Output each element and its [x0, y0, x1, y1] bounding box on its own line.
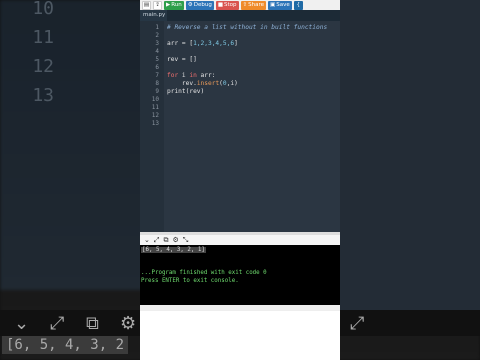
code-line: print(rev) — [167, 88, 204, 96]
braces-icon: { — [296, 2, 300, 8]
code-line: # Reverse a list without in built functi… — [167, 24, 327, 32]
save-label: Save — [276, 2, 290, 8]
code-text: rev. — [167, 80, 197, 87]
run-label: Run — [171, 2, 182, 8]
line-number: 1 — [155, 24, 159, 31]
share-icon: ⇧ — [242, 2, 248, 8]
bug-icon: ⚙ — [187, 2, 193, 8]
code-line: arr = [1,2,3,4,5,6] — [167, 40, 238, 48]
extra-button[interactable]: { — [293, 0, 303, 10]
code-line: for i in arr: — [167, 72, 215, 80]
share-label: Share — [248, 2, 265, 8]
line-number: 13 — [151, 120, 159, 127]
chevron-down-icon[interactable]: ⌄ — [144, 235, 150, 245]
line-number: 9 — [155, 88, 159, 95]
play-icon: ▶ — [166, 2, 171, 8]
tab-main-py[interactable]: main.py — [140, 10, 167, 21]
background-editor-right — [340, 0, 480, 310]
output-list: [6, 5, 4, 3, 2, 1] — [141, 247, 206, 253]
line-number: 11 — [151, 104, 159, 111]
file-icon: ▤ — [143, 2, 150, 8]
bg-gear-icon: ⚙ — [120, 313, 137, 334]
bg-copy-icon: ⧉ — [86, 313, 99, 334]
page-below — [140, 311, 340, 360]
expand-right-icon[interactable]: ⤡ — [183, 235, 189, 245]
program-output: [6, 5, 4, 3, 2, 1] — [141, 246, 206, 254]
line-number: 10 — [151, 96, 159, 103]
stop-label: Stop — [224, 2, 237, 8]
stop-button[interactable]: ■ Stop — [215, 0, 239, 10]
line-number: 8 — [155, 80, 159, 87]
code-text: rev = [] — [167, 56, 197, 63]
code-text: ] — [234, 40, 238, 47]
code-line: rev = [] — [167, 56, 197, 64]
debug-button[interactable]: ⚙ Debug — [185, 0, 214, 10]
code-text: arr: — [196, 72, 216, 79]
bg-line-number: 11 — [32, 27, 54, 48]
code-keyword: in — [189, 72, 197, 79]
file-button[interactable]: ▤ — [142, 0, 151, 10]
copy-icon[interactable]: ⧉ — [163, 235, 168, 245]
console-toolbar: ⌄ ⤢ ⧉ ⚙ ⤡ — [140, 235, 340, 245]
code-text: ,i) — [226, 80, 238, 87]
upload-icon: ⇪ — [155, 2, 160, 8]
code-comment: # Reverse a list without in built functi… — [167, 24, 328, 31]
bg-expand-icon: ⤢ — [50, 313, 65, 334]
code-number-list: 1,2,3,4,5,6 — [193, 40, 235, 47]
save-icon: ▣ — [270, 2, 276, 8]
line-number: 6 — [155, 64, 159, 71]
code-text: arr = [ — [167, 40, 194, 47]
line-number: 3 — [155, 40, 159, 47]
run-button[interactable]: ▶ Run — [164, 0, 184, 10]
code-text: i — [178, 72, 190, 79]
save-button[interactable]: ▣ Save — [268, 0, 292, 10]
bg-line-number: 12 — [32, 56, 54, 77]
bg-line-number: 13 — [32, 85, 54, 106]
code-method: insert — [196, 80, 220, 87]
debug-label: Debug — [193, 2, 212, 8]
tab-bar: main.py — [140, 10, 340, 21]
code-keyword: for — [167, 72, 179, 79]
line-number: 5 — [155, 56, 159, 63]
stop-icon: ■ — [217, 2, 224, 8]
upload-button[interactable]: ⇪ — [153, 0, 162, 10]
code-text: print(rev) — [167, 88, 205, 95]
line-number: 4 — [155, 48, 159, 55]
line-number: 12 — [151, 112, 159, 119]
expand-icon[interactable]: ⤢ — [154, 235, 160, 245]
line-number: 2 — [155, 32, 159, 39]
line-number: 7 — [155, 72, 159, 79]
code-editor[interactable]: 1 2 3 4 5 6 7 8 9 10 11 12 13 # Reverse … — [140, 21, 340, 232]
press-enter-message: Press ENTER to exit console. — [141, 278, 239, 284]
bg-chevron-down-icon: ⌄ — [14, 313, 30, 334]
line-gutter: 1 2 3 4 5 6 7 8 9 10 11 12 13 — [140, 21, 164, 232]
share-button[interactable]: ⇧ Share — [240, 0, 267, 10]
background-line-numbers: 10 11 12 13 — [24, 0, 54, 110]
bg-expand-icon-right: ⤢ — [350, 313, 365, 334]
gear-icon[interactable]: ⚙ — [172, 235, 178, 245]
toolbar: ▤ ⇪ ▶ Run ⚙ Debug ■ Stop ⇧ Share ▣ Save … — [140, 0, 340, 10]
console-output[interactable]: [6, 5, 4, 3, 2, 1] ...Program finished w… — [140, 245, 340, 305]
code-line: rev.insert(0,i) — [167, 80, 238, 88]
exit-message: ...Program finished with exit code 0 — [141, 270, 267, 276]
online-ide: ▤ ⇪ ▶ Run ⚙ Debug ■ Stop ⇧ Share ▣ Save … — [140, 0, 340, 360]
bg-console-output: [6, 5, 4, 3, 2 — [2, 336, 129, 354]
bg-line-number: 10 — [32, 0, 54, 19]
